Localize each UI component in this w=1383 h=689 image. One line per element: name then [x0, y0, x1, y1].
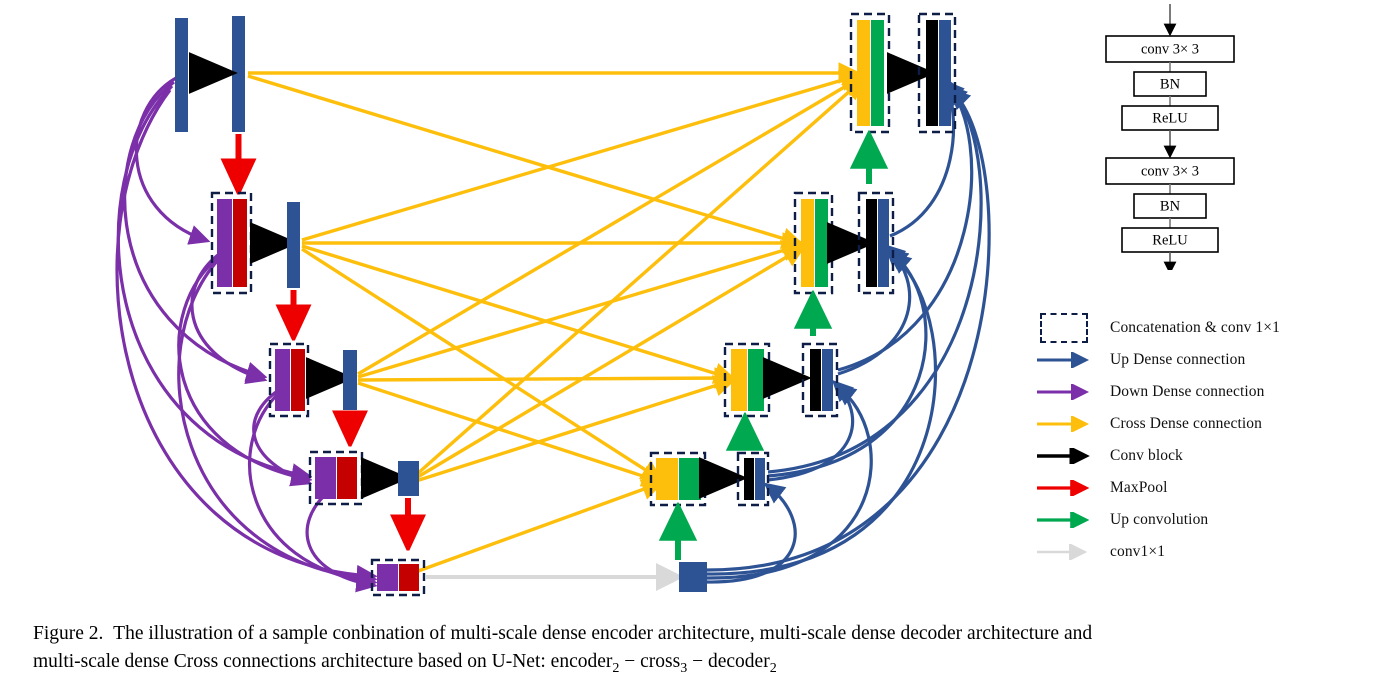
legend-item-down-dense: Down Dense connection — [1018, 376, 1368, 408]
legend: Concatenation & conv 1×1 Up Dense connec… — [1018, 312, 1368, 568]
decoder-yellow-l4 — [656, 458, 678, 500]
conv1x1-arrow-icon — [1037, 544, 1088, 560]
legend-label-down-dense: Down Dense connection — [1110, 383, 1265, 400]
decoder-blue-l3 — [822, 349, 833, 411]
legend-item-cross-dense: Cross Dense connection — [1018, 408, 1368, 440]
encoder-red-l4 — [337, 457, 357, 499]
encoder-purple-l2 — [217, 199, 232, 287]
encoder-bar-l1-a — [175, 18, 188, 132]
up-convolution-arrow-icon — [1037, 512, 1090, 528]
legend-item-conv1x1: conv1×1 — [1018, 536, 1368, 568]
encoder-purple-l3 — [275, 349, 290, 411]
decoder-blue-l1 — [939, 20, 951, 126]
legend-label-conv1x1: conv1×1 — [1110, 543, 1166, 560]
legend-key-concatenation — [1018, 313, 1110, 343]
conv-detail-label-4: BN — [1160, 198, 1181, 214]
legend-item-up-dense: Up Dense connection — [1018, 344, 1368, 376]
decoder-black-l4 — [744, 458, 754, 500]
legend-label-concatenation: Concatenation & conv 1×1 — [1110, 319, 1280, 336]
caption-label: Figure 2. — [33, 623, 104, 644]
encoder-bar-l3 — [343, 350, 357, 410]
encoder-bar-l2 — [287, 202, 300, 288]
conv-detail-label-3: conv 3× 3 — [1141, 163, 1199, 179]
encoder-bar-l4 — [398, 461, 419, 496]
decoder-green-l2 — [815, 199, 828, 287]
conv-detail-label-5: ReLU — [1152, 232, 1188, 248]
legend-key-cross-dense — [1018, 416, 1110, 432]
figure-caption: Figure 2. The illustration of a sample c… — [33, 620, 1363, 679]
caption-mid2: − decoder — [687, 651, 770, 673]
decoder-yellow-l1 — [857, 20, 870, 126]
conv-detail-label-0: conv 3× 3 — [1141, 41, 1199, 57]
legend-key-up-convolution — [1018, 512, 1110, 528]
encoder-bar-l1-b — [232, 16, 245, 132]
legend-item-up-convolution: Up convolution — [1018, 504, 1368, 536]
down-dense-arrow-icon — [1037, 384, 1089, 400]
maxpool-arrow-icon — [1037, 480, 1090, 496]
caption-mid1: − cross — [619, 651, 681, 673]
caption-line1: The illustration of a sample conbination… — [113, 623, 1093, 644]
legend-key-conv-block — [1018, 448, 1110, 464]
conv-block-arrow-icon — [1037, 448, 1090, 464]
legend-key-up-dense — [1018, 352, 1110, 368]
legend-label-conv-block: Conv block — [1110, 447, 1183, 464]
decoder-bar-l5 — [679, 562, 707, 592]
up-dense-arrow-icon — [1037, 352, 1089, 368]
encoder-column — [175, 16, 424, 597]
encoder-red-l5 — [399, 564, 419, 591]
encoder-red-l3 — [291, 349, 305, 411]
conv-block-detail-diagram: conv 3× 3 BN ReLU conv 3× 3 BN ReLU — [1105, 4, 1235, 270]
decoder-blue-l2 — [878, 199, 889, 287]
legend-label-up-convolution: Up convolution — [1110, 511, 1209, 528]
decoder-green-l4 — [679, 458, 701, 500]
legend-key-down-dense — [1018, 384, 1110, 400]
decoder-green-l1 — [871, 20, 884, 126]
conv-detail-label-1: BN — [1160, 76, 1181, 92]
caption-line2-pre: multi-scale dense Cross connections arch… — [33, 651, 613, 673]
cross-dense-arrow-icon — [1037, 416, 1089, 432]
decoder-green-l3 — [748, 349, 764, 411]
decoder-black-l1 — [926, 20, 938, 126]
conv-detail-label-2: ReLU — [1152, 110, 1188, 126]
decoder-black-l3 — [810, 349, 821, 411]
up-dense-connections — [705, 80, 991, 584]
decoder-yellow-l2 — [801, 199, 814, 287]
decoder-black-l2 — [866, 199, 877, 287]
legend-item-conv-block: Conv block — [1018, 440, 1368, 472]
encoder-red-l2 — [233, 199, 247, 287]
legend-item-maxpool: MaxPool — [1018, 472, 1368, 504]
legend-label-up-dense: Up Dense connection — [1110, 351, 1246, 368]
legend-key-maxpool — [1018, 480, 1110, 496]
legend-label-cross-dense: Cross Dense connection — [1110, 415, 1263, 432]
legend-item-concatenation: Concatenation & conv 1×1 — [1018, 312, 1368, 344]
decoder-blue-l4 — [755, 458, 765, 500]
dashed-box-icon — [1040, 313, 1088, 343]
encoder-purple-l4 — [315, 457, 336, 499]
figure-2-container: conv 3× 3 BN ReLU conv 3× 3 BN ReLU Conc… — [0, 0, 1383, 689]
decoder-yellow-l3 — [731, 349, 747, 411]
encoder-purple-l5 — [377, 564, 398, 591]
legend-key-conv1x1 — [1018, 544, 1110, 560]
legend-label-maxpool: MaxPool — [1110, 479, 1168, 496]
caption-sub-decoder: 2 — [769, 660, 777, 677]
down-dense-connections — [115, 76, 372, 585]
